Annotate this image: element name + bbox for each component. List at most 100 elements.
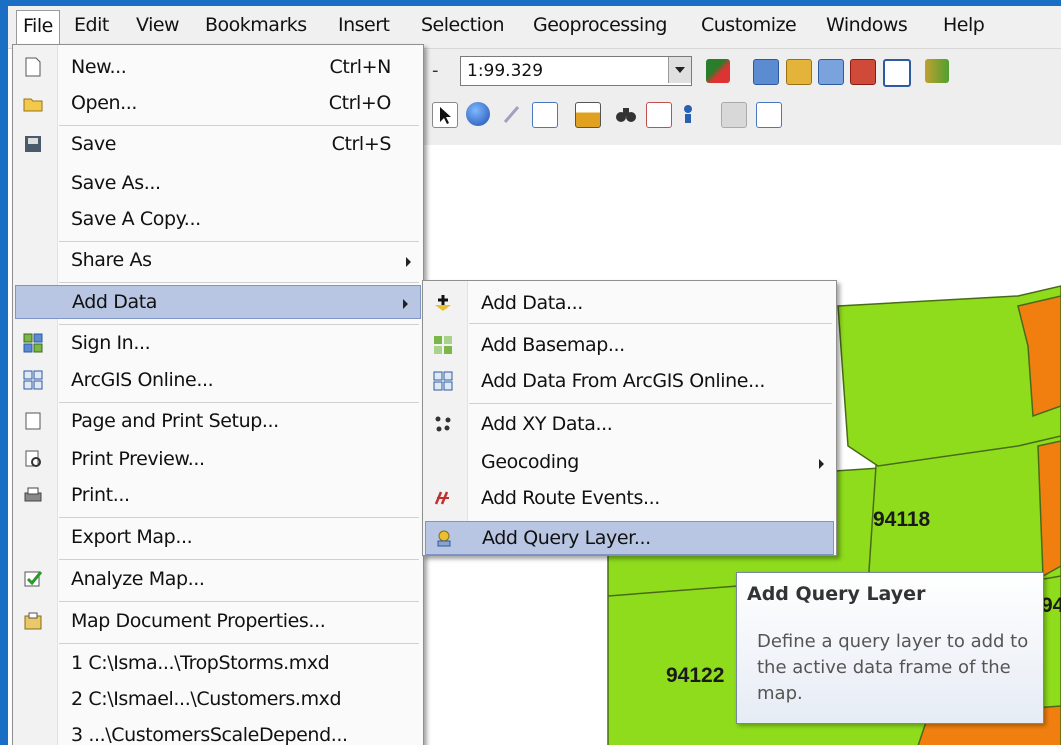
file-menu-item-map-document-properties[interactable]: Map Document Properties... bbox=[13, 605, 423, 639]
menu-insert[interactable]: Insert bbox=[338, 14, 390, 36]
menu-geoprocessing[interactable]: Geoprocessing bbox=[533, 14, 667, 36]
menu-item-label: Print... bbox=[71, 484, 130, 506]
time-slider-icon[interactable] bbox=[721, 102, 747, 128]
route-events-icon bbox=[433, 488, 453, 508]
submenu-item-add-query-layer[interactable]: Add Query Layer... bbox=[425, 521, 834, 555]
file-menu-item-recent-2[interactable]: 2 C:\Ismael...\Customers.mxd bbox=[13, 683, 423, 717]
file-menu-item-open[interactable]: Open... Ctrl+O bbox=[13, 87, 423, 121]
html-popup-icon[interactable] bbox=[532, 102, 558, 128]
menu-customize[interactable]: Customize bbox=[701, 14, 797, 36]
submenu-item-geocoding[interactable]: Geocoding bbox=[423, 446, 836, 480]
menu-selection[interactable]: Selection bbox=[421, 14, 505, 36]
submenu-item-add-route-events[interactable]: Add Route Events... bbox=[423, 482, 836, 516]
file-menu-item-share-as[interactable]: Share As bbox=[13, 244, 423, 278]
menu-separator bbox=[469, 403, 832, 404]
menu-item-label: Save As... bbox=[71, 172, 161, 194]
file-menu-item-add-data[interactable]: Add Data bbox=[15, 285, 421, 319]
menu-item-label: Add Data... bbox=[481, 292, 583, 314]
menu-view[interactable]: View bbox=[136, 14, 180, 36]
file-menu-item-recent-3[interactable]: 3 ...\CustomersScaleDepend... bbox=[13, 719, 423, 745]
arcgis-online-grid-icon bbox=[433, 371, 453, 391]
table-icon[interactable] bbox=[753, 59, 779, 85]
submenu-item-add-data[interactable]: Add Data... bbox=[423, 287, 836, 321]
tooltip-description: Define a query layer to add to the activ… bbox=[757, 631, 1029, 704]
sign-in-grid-icon bbox=[23, 333, 43, 353]
file-menu-item-save[interactable]: Save Ctrl+S bbox=[13, 128, 423, 162]
menu-separator bbox=[59, 125, 419, 126]
menu-item-label: ArcGIS Online... bbox=[71, 369, 214, 391]
find-route-icon[interactable] bbox=[646, 102, 672, 128]
catalog-icon[interactable] bbox=[786, 59, 812, 85]
python-window-icon[interactable] bbox=[883, 59, 911, 87]
file-menu-item-recent-1[interactable]: 1 C:\Isma...\TropStorms.mxd bbox=[13, 647, 423, 681]
menu-bar: File Edit View Bookmarks Insert Selectio… bbox=[8, 6, 1061, 49]
menu-item-label: Geocoding bbox=[481, 451, 579, 473]
find-binoculars-icon[interactable] bbox=[614, 102, 638, 126]
menu-separator bbox=[59, 241, 419, 242]
file-menu: New... Ctrl+N Open... Ctrl+O Save Ctrl+S… bbox=[12, 44, 424, 745]
submenu-item-add-data-from-arcgis-online[interactable]: Add Data From ArcGIS Online... bbox=[423, 365, 836, 399]
scale-arrow-left[interactable]: - bbox=[432, 60, 439, 81]
file-menu-item-page-print-setup[interactable]: Page and Print Setup... bbox=[13, 405, 423, 439]
sketch-pen-icon[interactable] bbox=[500, 102, 524, 126]
printer-icon bbox=[23, 485, 43, 505]
arctoolbox-icon[interactable] bbox=[850, 59, 876, 85]
submenu-item-add-xy-data[interactable]: Add XY Data... bbox=[423, 408, 836, 442]
menu-separator bbox=[59, 601, 419, 602]
menu-separator bbox=[59, 282, 419, 283]
menu-item-label: 3 ...\CustomersScaleDepend... bbox=[71, 724, 348, 745]
menu-item-label: Add Data bbox=[72, 291, 157, 313]
menu-item-label: Sign In... bbox=[71, 332, 151, 354]
measure-icon[interactable] bbox=[575, 102, 601, 128]
save-disk-icon bbox=[23, 134, 43, 154]
scale-dropdown-button[interactable] bbox=[668, 57, 691, 83]
menu-item-label: Analyze Map... bbox=[71, 568, 205, 590]
arcmap-window: File Edit View Bookmarks Insert Selectio… bbox=[8, 6, 1061, 745]
menu-file[interactable]: File bbox=[16, 10, 60, 46]
menu-item-label: Add Basemap... bbox=[481, 334, 625, 356]
menu-separator bbox=[469, 323, 832, 324]
menu-edit[interactable]: Edit bbox=[74, 14, 109, 36]
menu-item-label: Add Query Layer... bbox=[482, 527, 651, 549]
analyze-map-icon bbox=[23, 569, 43, 589]
menu-separator bbox=[59, 643, 419, 644]
menu-item-label: Add Data From ArcGIS Online... bbox=[481, 370, 766, 392]
go-to-xy-icon[interactable] bbox=[676, 102, 700, 126]
file-menu-item-analyze-map[interactable]: Analyze Map... bbox=[13, 563, 423, 597]
file-menu-item-arcgis-online[interactable]: ArcGIS Online... bbox=[13, 364, 423, 398]
add-data-submenu: Add Data... Add Basemap... Add Data From… bbox=[422, 280, 837, 556]
zip-label-partial: 94 bbox=[1041, 594, 1061, 617]
editor-icon[interactable] bbox=[706, 59, 730, 83]
viewer-window-icon[interactable] bbox=[756, 102, 782, 128]
menu-item-label: New... bbox=[71, 56, 127, 78]
menu-item-label: 1 C:\Isma...\TropStorms.mxd bbox=[71, 652, 330, 674]
submenu-item-add-basemap[interactable]: Add Basemap... bbox=[423, 329, 836, 363]
menu-help[interactable]: Help bbox=[943, 14, 985, 36]
map-scale-value: 1:99.329 bbox=[467, 61, 544, 81]
map-scale-input[interactable]: 1:99.329 bbox=[460, 56, 692, 86]
model-builder-icon[interactable] bbox=[925, 59, 949, 83]
submenu-arrow-icon bbox=[403, 299, 408, 309]
xy-data-icon bbox=[433, 414, 453, 434]
file-menu-item-new[interactable]: New... Ctrl+N bbox=[13, 51, 423, 85]
query-layer-icon bbox=[434, 528, 454, 548]
file-menu-item-sign-in[interactable]: Sign In... bbox=[13, 327, 423, 361]
menu-item-label: Save A Copy... bbox=[71, 208, 201, 230]
menu-item-label: Share As bbox=[71, 249, 152, 271]
select-pointer-icon[interactable] bbox=[432, 102, 458, 128]
menu-bookmarks[interactable]: Bookmarks bbox=[205, 14, 307, 36]
file-menu-item-print-preview[interactable]: Print Preview... bbox=[13, 443, 423, 477]
file-menu-item-print[interactable]: Print... bbox=[13, 479, 423, 513]
identify-icon[interactable] bbox=[466, 102, 490, 126]
search-window-icon[interactable] bbox=[818, 59, 844, 85]
arcgis-online-grid-icon bbox=[23, 370, 43, 390]
file-menu-item-export-map[interactable]: Export Map... bbox=[13, 521, 423, 555]
file-menu-item-save-as[interactable]: Save As... bbox=[13, 167, 423, 201]
menu-item-shortcut: Ctrl+N bbox=[329, 56, 391, 78]
menu-item-label: Add Route Events... bbox=[481, 487, 660, 509]
menu-item-label: Map Document Properties... bbox=[71, 610, 326, 632]
file-menu-item-save-a-copy[interactable]: Save A Copy... bbox=[13, 203, 423, 237]
menu-windows[interactable]: Windows bbox=[826, 14, 908, 36]
menu-item-shortcut: Ctrl+O bbox=[328, 92, 392, 114]
menu-item-label: Save bbox=[71, 133, 117, 155]
